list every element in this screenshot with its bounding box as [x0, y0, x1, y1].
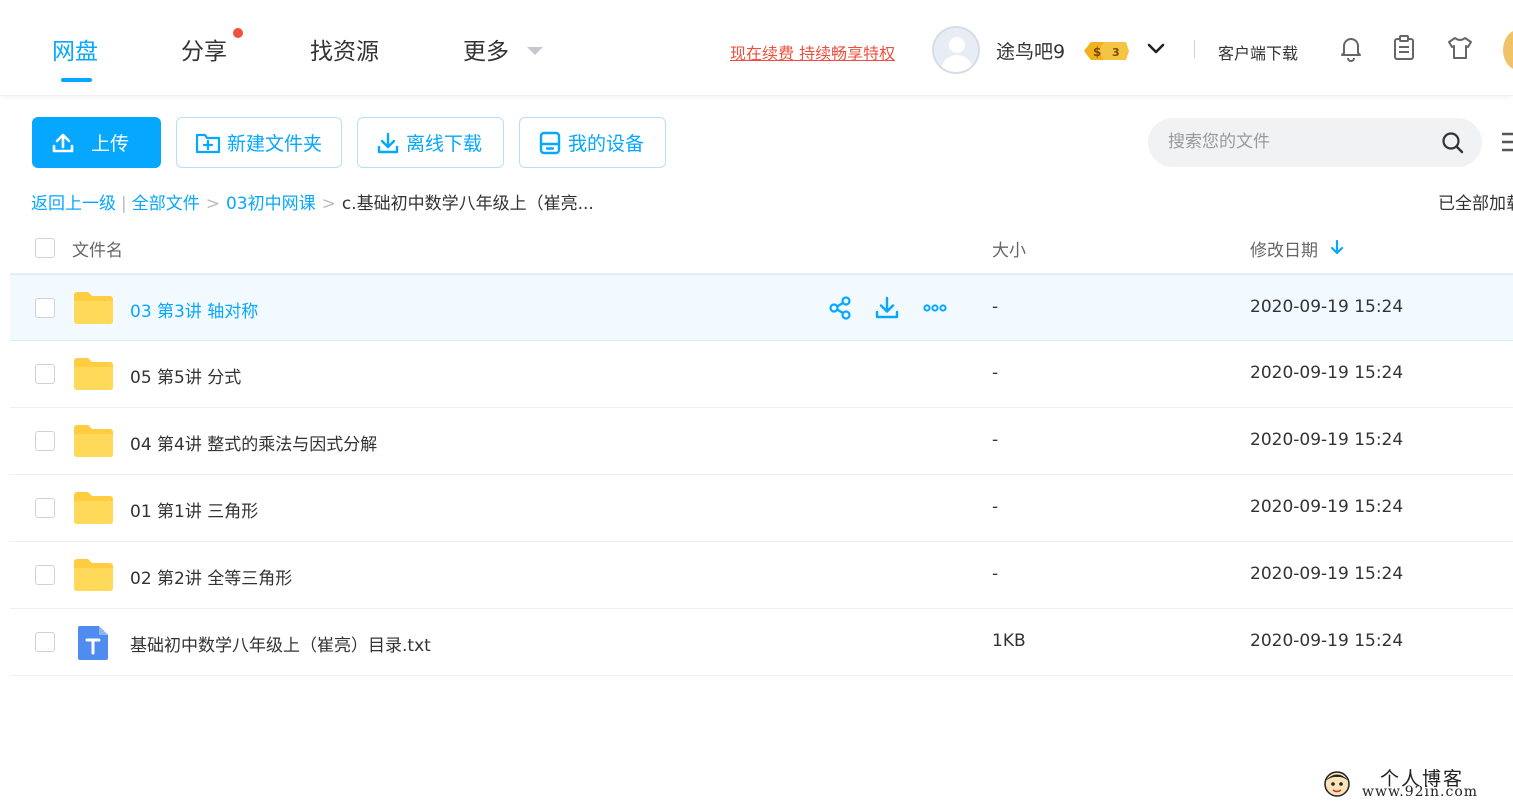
offline-download-label: 离线下载: [406, 133, 483, 155]
sort-descending-icon[interactable]: [1330, 239, 1344, 256]
row-checkbox[interactable]: [35, 431, 55, 451]
notification-dot: [233, 28, 243, 38]
folder-icon: [74, 292, 113, 324]
row-checkbox[interactable]: [35, 632, 55, 652]
tab-share[interactable]: 分享: [181, 32, 227, 66]
search-box: [1148, 118, 1482, 167]
breadcrumb-folder[interactable]: 03初中网课: [226, 194, 316, 214]
text-file-icon: [78, 626, 108, 660]
search-input[interactable]: [1168, 130, 1438, 154]
active-tab-indicator: [61, 78, 92, 82]
select-all-checkbox[interactable]: [35, 238, 55, 258]
file-size: -: [992, 363, 999, 383]
watermark: 个人博客 www.92in.com: [1318, 762, 1508, 802]
file-size: -: [992, 564, 999, 584]
cartoon-face-icon: [1324, 771, 1350, 797]
username[interactable]: 途鸟吧9: [996, 37, 1065, 64]
table-header: 文件名 大小 修改日期: [10, 222, 1513, 274]
chevron-down-icon[interactable]: [1146, 39, 1166, 59]
row-checkbox[interactable]: [35, 298, 55, 318]
watermark-url: www.92in.com: [1362, 784, 1479, 800]
file-name[interactable]: 05 第5讲 分式: [130, 363, 241, 388]
file-name[interactable]: 03 第3讲 轴对称: [130, 297, 258, 322]
tab-more[interactable]: 更多: [463, 32, 509, 66]
download-icon: [377, 132, 399, 153]
breadcrumb-separator: >: [321, 194, 336, 214]
member-avatar[interactable]: [1503, 30, 1513, 70]
table-row[interactable]: 03 第3讲 轴对称 - 2020-09-19 15:24: [10, 274, 1513, 341]
folder-icon: [74, 559, 113, 591]
new-folder-button[interactable]: 新建文件夹: [176, 117, 342, 168]
tshirt-icon[interactable]: [1446, 34, 1474, 62]
list-view-icon[interactable]: [1500, 128, 1513, 156]
file-date: 2020-09-19 15:24: [1250, 564, 1404, 584]
row-checkbox[interactable]: [35, 565, 55, 585]
header-divider: [1194, 40, 1195, 58]
tab-find-resources[interactable]: 找资源: [310, 32, 379, 66]
svg-text:$: $: [1093, 45, 1101, 59]
caret-down-icon[interactable]: [527, 47, 543, 55]
my-devices-button[interactable]: 我的设备: [519, 117, 666, 168]
file-name[interactable]: 基础初中数学八年级上（崔亮）目录.txt: [130, 631, 431, 656]
svg-text:3: 3: [1112, 46, 1120, 59]
bell-icon[interactable]: [1337, 34, 1365, 62]
file-date: 2020-09-19 15:24: [1250, 363, 1404, 383]
table-row[interactable]: 05 第5讲 分式 - 2020-09-19 15:24: [10, 341, 1513, 408]
upload-button[interactable]: 上传: [32, 117, 161, 168]
breadcrumb-divider: |: [121, 194, 127, 214]
file-name[interactable]: 01 第1讲 三角形: [130, 497, 258, 522]
file-date: 2020-09-19 15:24: [1250, 497, 1404, 517]
upload-icon: [52, 133, 74, 152]
upload-label: 上传: [91, 133, 130, 155]
breadcrumb-separator: >: [205, 194, 220, 214]
vip-badge-icon[interactable]: $ 3: [1082, 40, 1130, 62]
my-devices-label: 我的设备: [568, 133, 645, 155]
breadcrumb-back[interactable]: 返回上一级: [31, 194, 116, 214]
file-name[interactable]: 04 第4讲 整式的乘法与因式分解: [130, 430, 377, 455]
table-row[interactable]: 01 第1讲 三角形 - 2020-09-19 15:24: [10, 475, 1513, 542]
column-header-date[interactable]: 修改日期: [1250, 236, 1318, 261]
download-icon[interactable]: [874, 295, 900, 321]
offline-download-button[interactable]: 离线下载: [357, 117, 504, 168]
breadcrumb-current: c.基础初中数学八年级上（崔亮...: [341, 194, 594, 214]
table-row[interactable]: 02 第2讲 全等三角形 - 2020-09-19 15:24: [10, 542, 1513, 609]
more-options-icon[interactable]: [922, 295, 948, 321]
row-checkbox[interactable]: [35, 364, 55, 384]
folder-icon: [74, 358, 113, 390]
avatar[interactable]: [932, 26, 980, 74]
column-header-name[interactable]: 文件名: [72, 236, 123, 261]
file-size: -: [992, 497, 999, 517]
share-icon[interactable]: [827, 295, 853, 321]
file-name[interactable]: 02 第2讲 全等三角形: [130, 564, 292, 589]
column-header-size[interactable]: 大小: [992, 236, 1026, 261]
folder-icon: [74, 425, 113, 457]
file-date: 2020-09-19 15:24: [1250, 430, 1404, 450]
file-size: -: [992, 430, 999, 450]
renew-vip-link[interactable]: 现在续费 持续畅享特权: [730, 40, 895, 64]
top-header: 网盘 分享 找资源 更多 现在续费 持续畅享特权 途鸟吧9 $ 3 客户端下载: [0, 0, 1513, 96]
table-row[interactable]: 04 第4讲 整式的乘法与因式分解 - 2020-09-19 15:24: [10, 408, 1513, 475]
clipboard-icon[interactable]: [1390, 34, 1418, 62]
file-date: 2020-09-19 15:24: [1250, 631, 1404, 651]
device-icon: [539, 131, 561, 154]
search-icon[interactable]: [1440, 130, 1466, 156]
breadcrumb-all-files[interactable]: 全部文件: [132, 194, 200, 214]
new-folder-label: 新建文件夹: [227, 133, 323, 155]
breadcrumb: 返回上一级 | 全部文件 >03初中网课 > c.基础初中数学八年级上（崔亮...: [31, 189, 594, 214]
loaded-status: 已全部加载: [1438, 194, 1513, 214]
folder-icon: [74, 492, 113, 524]
client-download-link[interactable]: 客户端下载: [1218, 40, 1298, 64]
file-size: 1KB: [992, 631, 1026, 651]
table-row[interactable]: 基础初中数学八年级上（崔亮）目录.txt 1KB 2020-09-19 15:2…: [10, 609, 1513, 676]
tab-netdisk[interactable]: 网盘: [52, 32, 98, 66]
row-checkbox[interactable]: [35, 498, 55, 518]
new-folder-icon: [195, 133, 221, 153]
file-date: 2020-09-19 15:24: [1250, 297, 1404, 317]
file-size: -: [992, 297, 999, 317]
